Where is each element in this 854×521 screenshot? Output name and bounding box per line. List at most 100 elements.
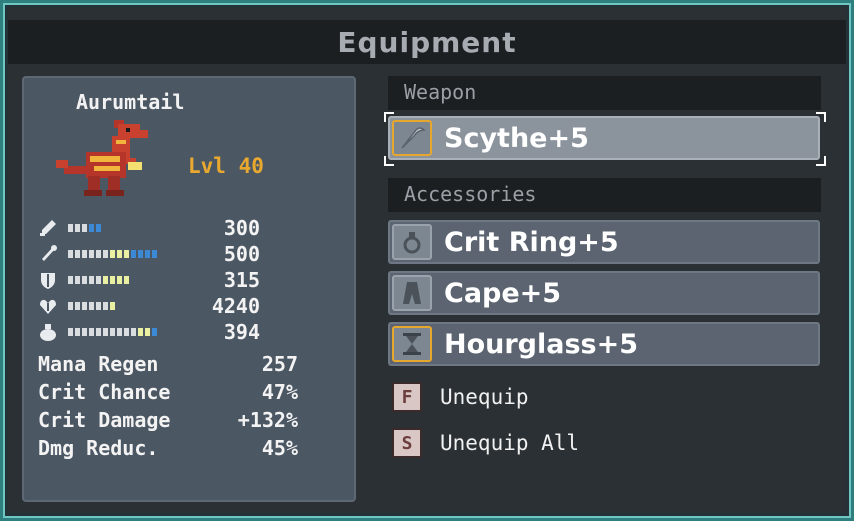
stat-bar-segment <box>117 328 122 336</box>
stat-bar-segment <box>110 276 115 284</box>
stat-bar-segment <box>82 276 87 284</box>
selection-corner <box>816 156 826 166</box>
stat-bar-segment <box>89 328 94 336</box>
stat-value: 47% <box>261 380 298 404</box>
weapon-name: Scythe+5 <box>444 123 589 154</box>
stat-bar-segment <box>110 302 115 310</box>
accessory-slot-crit-ring[interactable]: Crit Ring+5 <box>388 220 820 264</box>
stat-bar-segment <box>138 328 143 336</box>
staff-icon <box>42 245 57 261</box>
stat-bar-segment <box>117 250 122 258</box>
stat-value: 257 <box>261 352 298 376</box>
shield-icon <box>41 273 55 289</box>
stat-row: 394 <box>38 320 348 344</box>
stat-dmg-reduc: Dmg Reduc. 45% <box>38 436 298 464</box>
stat-label: Crit Chance <box>38 380 171 404</box>
accessory-slot-hourglass[interactable]: Hourglass+5 <box>388 322 820 366</box>
stat-bar <box>68 328 157 336</box>
stat-bar-segment <box>68 276 73 284</box>
stat-bar-segment <box>110 328 115 336</box>
stat-bar-segment <box>124 276 129 284</box>
stat-bar-segment <box>124 250 129 258</box>
stat-bar-segment <box>152 250 157 258</box>
stat-row: 315 <box>38 268 348 292</box>
title-bar: Equipment <box>8 20 846 64</box>
unequip-all-action[interactable]: Unequip All <box>440 431 579 455</box>
stat-bar-segment <box>75 250 80 258</box>
character-stats-panel: Aurumtail Lvl 40 300 500 315 4240 394 Mana R… <box>22 76 356 502</box>
stat-mana-regen: Mana Regen 257 <box>38 352 298 380</box>
sword-icon <box>40 220 56 236</box>
stat-bar <box>68 276 129 284</box>
accessories-section-header: Accessories <box>388 178 821 212</box>
stat-bar <box>68 250 157 258</box>
stat-bar-segment <box>145 328 150 336</box>
stat-bar-segment <box>89 224 94 232</box>
stat-bar-segment <box>103 276 108 284</box>
stat-row: 500 <box>38 242 348 266</box>
stat-bar-segment <box>68 224 73 232</box>
scythe-icon <box>392 120 432 156</box>
stat-bar-segment <box>96 224 101 232</box>
weapon-header-label: Weapon <box>404 80 477 104</box>
ring-icon <box>392 224 432 260</box>
key-hint-f: F <box>392 382 422 412</box>
stat-bar-segment <box>68 328 73 336</box>
stat-value: 500 <box>223 242 260 266</box>
window-title: Equipment <box>337 25 517 59</box>
stat-bar-segment <box>82 250 87 258</box>
stat-bar-segment <box>68 302 73 310</box>
accessories-header-label: Accessories <box>404 182 537 206</box>
accessory-name: Crit Ring+5 <box>444 227 619 258</box>
heart-icon <box>40 299 56 314</box>
character-name: Aurumtail <box>76 90 185 114</box>
stat-bar-segment <box>103 328 108 336</box>
accessory-name: Hourglass+5 <box>444 329 639 360</box>
character-level: Lvl 40 <box>188 154 264 178</box>
stat-row: 4240 <box>38 294 348 318</box>
stat-bar <box>68 302 115 310</box>
stat-bar-segment <box>124 328 129 336</box>
stat-bar-segment <box>110 250 115 258</box>
stat-bar-segment <box>89 276 94 284</box>
selection-corner <box>384 156 394 166</box>
stat-crit-chance: Crit Chance 47% <box>38 380 298 408</box>
key-hint-s: S <box>392 428 422 458</box>
stat-bar-segment <box>96 250 101 258</box>
weapon-slot[interactable]: Scythe+5 <box>388 116 820 160</box>
stat-bar-segment <box>96 276 101 284</box>
stat-bar-segment <box>117 276 122 284</box>
stat-bar-segment <box>89 250 94 258</box>
stat-value: 394 <box>223 320 260 344</box>
stat-crit-damage: Crit Damage +132% <box>38 408 298 436</box>
stat-value: 315 <box>223 268 260 292</box>
stat-label: Crit Damage <box>38 408 171 432</box>
stat-label: Mana Regen <box>38 352 159 376</box>
stat-bar-segment <box>82 302 87 310</box>
potion-icon <box>40 324 56 341</box>
stat-bar-segment <box>82 328 87 336</box>
weapon-section-header: Weapon <box>388 76 821 110</box>
stat-value: +132% <box>237 408 298 432</box>
stat-value: 4240 <box>211 294 260 318</box>
stat-bar-segment <box>103 250 108 258</box>
stat-bar-segment <box>131 328 136 336</box>
stat-bar-segment <box>75 328 80 336</box>
stat-bar-segment <box>131 250 136 258</box>
hourglass-icon <box>392 326 432 362</box>
accessory-slot-cape[interactable]: Cape+5 <box>388 271 820 315</box>
character-portrait <box>56 120 148 196</box>
cape-icon <box>392 275 432 311</box>
stat-bar-segment <box>82 224 87 232</box>
unequip-action[interactable]: Unequip <box>440 385 529 409</box>
selection-corner <box>816 112 826 122</box>
stat-bar <box>68 224 101 232</box>
stat-bar-segment <box>145 250 150 258</box>
accessory-name: Cape+5 <box>444 278 562 309</box>
stat-row: 300 <box>38 216 348 240</box>
stat-bar-segment <box>89 302 94 310</box>
stat-value: 45% <box>261 436 298 460</box>
stat-bar-segment <box>103 302 108 310</box>
stat-bar-segment <box>68 250 73 258</box>
stat-label: Dmg Reduc. <box>38 436 159 460</box>
